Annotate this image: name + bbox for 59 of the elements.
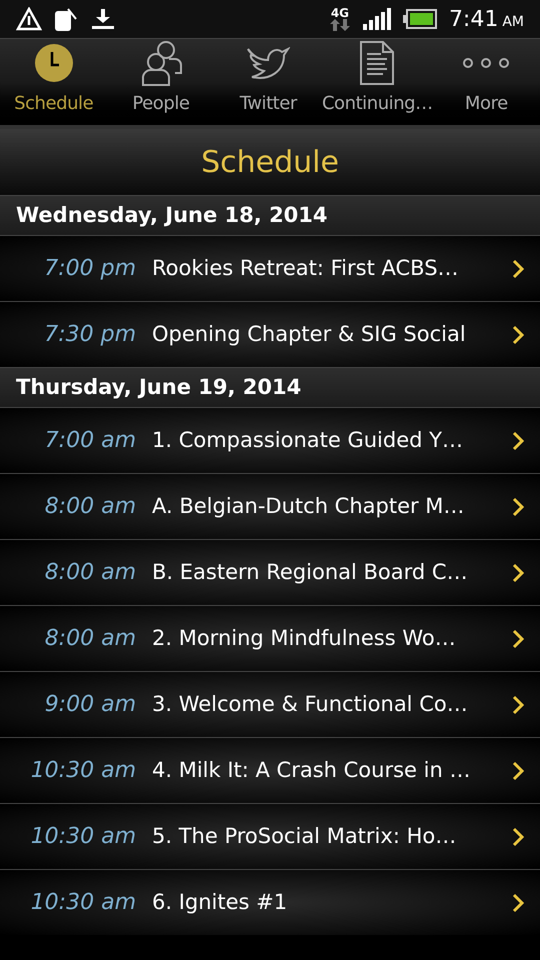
chevron-icon [512,324,524,344]
signal-icon [362,8,391,30]
network-label: 4G [330,7,350,19]
event-time: 8:00 am [44,559,136,587]
chevron-icon [512,496,524,516]
battery-icon [402,9,437,29]
event-title: 6. Ignites #1 [151,888,288,916]
event-row[interactable]: 8:00 am B. Eastern Regional Board C… [0,539,540,605]
event-title: 2. Morning Mindfulness Wo… [151,624,457,652]
chevron-icon [512,628,524,648]
day-date: Wednesday, June 18, 2014 [16,202,328,229]
data-arrows-icon [328,19,351,31]
event-title: 3. Welcome & Functional Co… [151,690,469,718]
chevron-icon [512,562,524,582]
clock-time: 7:41 [448,6,498,34]
event-time: 9:00 am [44,691,136,719]
event-title: 5. The ProSocial Matrix: Ho… [151,822,458,850]
event-row[interactable]: 7:30 pm Opening Chapter & SIG Social [0,301,540,367]
event-title: 1. Compassionate Guided Y… [151,426,464,454]
tab[interactable]: People [107,39,215,125]
event-row[interactable]: 10:30 am 4. Milk It: A Crash Course in … [0,737,540,803]
event-title: A. Belgian-Dutch Chapter M… [151,492,466,520]
event-title: Rookies Retreat: First ACBS… [151,254,460,282]
event-row[interactable]: 9:00 am 3. Welcome & Functional Co… [0,671,540,737]
chevron-icon [512,826,524,846]
tab[interactable]: More [432,39,540,125]
event-time: 8:00 am [44,625,136,653]
download-icon [90,7,116,31]
event-time: 10:30 am [30,823,136,851]
event-row[interactable]: 8:00 am 2. Morning Mindfulness Wo… [0,605,540,671]
tab[interactable]: Schedule [0,39,108,125]
event-row[interactable]: 10:30 am 5. The ProSocial Matrix: Ho… [0,803,540,869]
more-icon [462,56,510,68]
clock-icon [34,42,74,82]
event-row[interactable]: 8:00 am A. Belgian-Dutch Chapter M… [0,473,540,539]
chevron-icon [512,430,524,450]
page-title: Schedule [201,144,339,182]
event-row[interactable]: 7:00 am 1. Compassionate Guided Y… [0,407,540,473]
chevron-icon [512,694,524,714]
event-row[interactable]: 10:30 am 6. Ignites #1 [0,869,540,935]
clock-ampm: AM [502,12,524,32]
event-time: 8:00 am [44,493,136,521]
document-icon [359,40,396,86]
chevron-icon [512,892,524,912]
event-row[interactable]: 7:00 pm Rookies Retreat: First ACBS… [0,235,540,301]
tab[interactable]: Continuing… [322,39,433,125]
event-time: 7:00 pm [43,255,136,283]
warning-icon [16,7,42,31]
event-time: 7:00 am [44,427,136,455]
event-time: 10:30 am [30,757,136,785]
chevron-icon [512,760,524,780]
event-time: 10:30 am [30,889,136,917]
event-title: B. Eastern Regional Board C… [151,558,469,586]
chevron-icon [512,258,524,278]
day-date: Thursday, June 19, 2014 [16,374,302,401]
event-time: 7:30 pm [43,321,136,349]
event-title: 4. Milk It: A Crash Course in … [151,756,472,784]
event-title: Opening Chapter & SIG Social [151,320,467,348]
tab[interactable]: Twitter [214,39,322,125]
